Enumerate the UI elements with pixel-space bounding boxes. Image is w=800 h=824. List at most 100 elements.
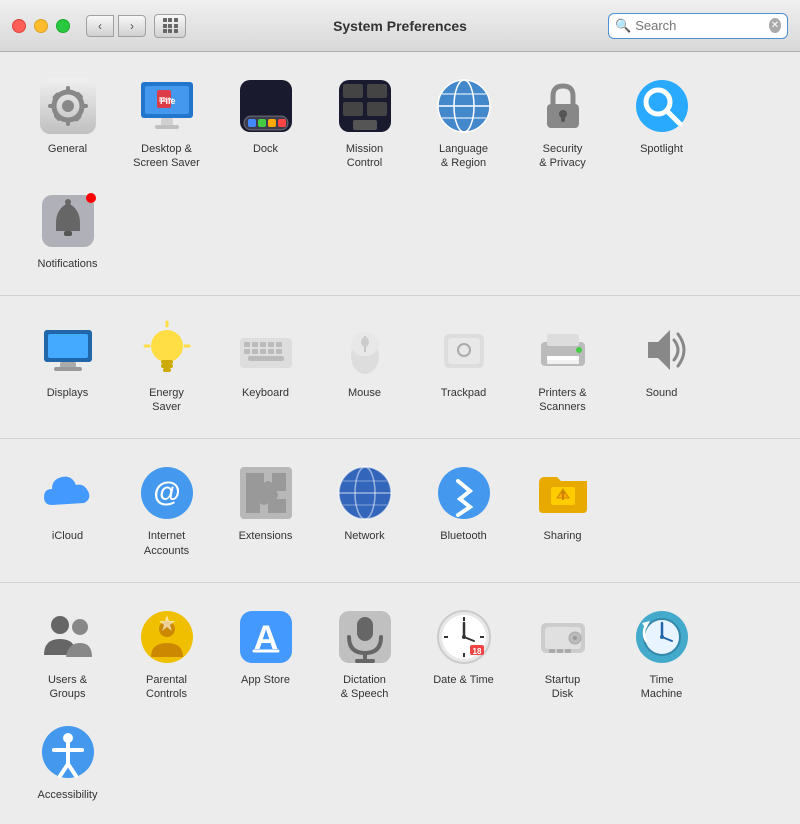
printers-label: Printers &Scanners <box>538 386 586 415</box>
parental-label: ParentalControls <box>146 673 187 702</box>
minimize-button[interactable] <box>34 19 48 33</box>
displays-icon <box>38 320 98 380</box>
pref-item-trackpad[interactable]: Trackpad <box>416 312 511 423</box>
pref-item-icloud[interactable]: iCloud <box>20 455 115 566</box>
displays-label: Displays <box>47 386 89 400</box>
pref-item-spotlight[interactable]: Spotlight <box>614 68 709 179</box>
search-input[interactable] <box>635 18 769 33</box>
energy-label: EnergySaver <box>149 386 184 415</box>
pref-item-timemachine[interactable]: TimeMachine <box>614 599 709 710</box>
sharing-icon <box>533 463 593 523</box>
datetime-label: Date & Time <box>433 673 494 687</box>
hardware-section: Displays Ener <box>0 296 800 440</box>
pref-item-sound[interactable]: Sound <box>614 312 709 423</box>
dictation-label: Dictation& Speech <box>341 673 389 702</box>
forward-button[interactable]: › <box>118 15 146 37</box>
system-items-grid: Users &Groups ParentalControls <box>20 599 780 810</box>
svg-text:New: New <box>159 97 174 104</box>
grid-icon <box>163 18 178 33</box>
personal-section: General File New <box>0 52 800 296</box>
pref-item-sharing[interactable]: Sharing <box>515 455 610 566</box>
trackpad-icon <box>434 320 494 380</box>
icloud-icon <box>38 463 98 523</box>
extensions-icon <box>236 463 296 523</box>
pref-item-appstore[interactable]: A App Store <box>218 599 313 710</box>
keyboard-label: Keyboard <box>242 386 289 400</box>
desktop-icon: File New <box>137 76 197 136</box>
timemachine-label: TimeMachine <box>641 673 683 702</box>
internet-accounts-label: InternetAccounts <box>144 529 189 558</box>
svg-text:@: @ <box>153 476 180 507</box>
grid-view-button[interactable] <box>154 14 186 38</box>
nav-buttons: ‹ › <box>86 15 146 37</box>
accessibility-label: Accessibility <box>38 788 98 802</box>
bluetooth-label: Bluetooth <box>440 529 486 543</box>
titlebar: ‹ › System Preferences 🔍 ✕ <box>0 0 800 52</box>
pref-item-printers[interactable]: Printers &Scanners <box>515 312 610 423</box>
pref-item-bluetooth[interactable]: Bluetooth <box>416 455 511 566</box>
security-label: Security& Privacy <box>539 142 585 171</box>
network-icon <box>335 463 395 523</box>
sound-label: Sound <box>646 386 678 400</box>
pref-item-desktop[interactable]: File New Desktop &Screen Saver <box>119 68 214 179</box>
extensions-label: Extensions <box>239 529 293 543</box>
pref-item-mission[interactable]: MissionControl <box>317 68 412 179</box>
pref-item-dock[interactable]: Dock <box>218 68 313 179</box>
language-label: Language& Region <box>439 142 488 171</box>
energy-icon <box>137 320 197 380</box>
pref-item-extensions[interactable]: Extensions <box>218 455 313 566</box>
printers-icon <box>533 320 593 380</box>
mouse-label: Mouse <box>348 386 381 400</box>
security-icon <box>533 76 593 136</box>
pref-item-energy[interactable]: EnergySaver <box>119 312 214 423</box>
sharing-label: Sharing <box>544 529 582 543</box>
hardware-items-grid: Displays Ener <box>20 312 780 423</box>
personal-items-grid: General File New <box>20 68 780 279</box>
internet-items-grid: iCloud @ InternetAccounts <box>20 455 780 566</box>
maximize-button[interactable] <box>56 19 70 33</box>
startup-icon <box>533 607 593 667</box>
search-bar: 🔍 ✕ <box>608 13 788 39</box>
internet-accounts-icon: @ <box>137 463 197 523</box>
pref-item-notifications[interactable]: Notifications <box>20 183 115 279</box>
dictation-icon <box>335 607 395 667</box>
pref-item-mouse[interactable]: Mouse <box>317 312 412 423</box>
pref-item-accessibility[interactable]: Accessibility <box>20 714 115 810</box>
pref-item-keyboard[interactable]: Keyboard <box>218 312 313 423</box>
pref-item-startup[interactable]: StartupDisk <box>515 599 610 710</box>
pref-item-language[interactable]: Language& Region <box>416 68 511 179</box>
pref-item-datetime[interactable]: 18 Date & Time <box>416 599 511 710</box>
clear-search-button[interactable]: ✕ <box>769 18 781 33</box>
network-label: Network <box>344 529 384 543</box>
pref-item-dictation[interactable]: Dictation& Speech <box>317 599 412 710</box>
mouse-icon <box>335 320 395 380</box>
notifications-icon <box>38 191 98 251</box>
pref-item-security[interactable]: Security& Privacy <box>515 68 610 179</box>
language-icon <box>434 76 494 136</box>
close-button[interactable] <box>12 19 26 33</box>
dock-icon <box>236 76 296 136</box>
search-icon: 🔍 <box>615 18 631 34</box>
appstore-label: App Store <box>241 673 290 687</box>
appstore-icon: A <box>236 607 296 667</box>
preferences-content: General File New <box>0 52 800 824</box>
pref-item-general[interactable]: General <box>20 68 115 179</box>
dock-label: Dock <box>253 142 278 156</box>
internet-section: iCloud @ InternetAccounts <box>0 439 800 583</box>
parental-icon <box>137 607 197 667</box>
icloud-label: iCloud <box>52 529 83 543</box>
back-button[interactable]: ‹ <box>86 15 114 37</box>
mission-label: MissionControl <box>346 142 383 171</box>
pref-item-internet-accounts[interactable]: @ InternetAccounts <box>119 455 214 566</box>
notification-badge <box>86 193 96 203</box>
general-icon <box>38 76 98 136</box>
bluetooth-icon <box>434 463 494 523</box>
pref-item-network[interactable]: Network <box>317 455 412 566</box>
pref-item-displays[interactable]: Displays <box>20 312 115 423</box>
svg-text:18: 18 <box>472 647 481 656</box>
desktop-label: Desktop &Screen Saver <box>133 142 200 171</box>
startup-label: StartupDisk <box>545 673 580 702</box>
pref-item-parental[interactable]: ParentalControls <box>119 599 214 710</box>
pref-item-users[interactable]: Users &Groups <box>20 599 115 710</box>
spotlight-icon <box>632 76 692 136</box>
